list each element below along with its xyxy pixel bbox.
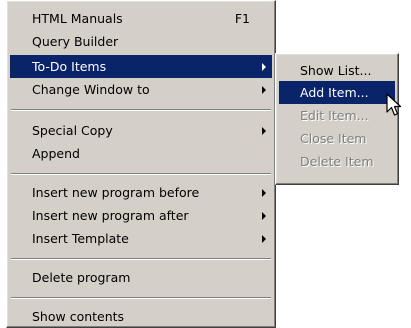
submenu-item-add-item[interactable]: Add Item... (279, 81, 395, 104)
submenu-arrow-icon (262, 189, 266, 197)
menu-separator (11, 109, 271, 111)
submenu-arrow-icon (262, 63, 266, 71)
submenu-item-delete-item: Delete Item (279, 150, 395, 173)
submenu-item-label: Close Item (300, 131, 367, 146)
todo-submenu: Show List... Add Item... Edit Item... Cl… (275, 53, 399, 185)
submenu-item-label: Edit Item... (300, 108, 369, 123)
menu-item-label: Delete program (32, 270, 131, 285)
menu-item-shortcut: F1 (234, 11, 250, 26)
context-menu: HTML Manuals F1 Query Builder To-Do Item… (6, 0, 276, 328)
menu-item-change-window-to[interactable]: Change Window to (10, 78, 272, 101)
menu-item-query-builder[interactable]: Query Builder (10, 30, 272, 53)
submenu-arrow-icon (262, 212, 266, 220)
submenu-item-label: Delete Item (300, 154, 374, 169)
submenu-item-label: Add Item... (300, 85, 369, 100)
menu-item-show-contents[interactable]: Show contents (10, 305, 272, 328)
menu-item-label: Insert new program before (32, 185, 200, 200)
submenu-arrow-icon (262, 127, 266, 135)
submenu-arrow-icon (262, 235, 266, 243)
menu-item-label: Show contents (32, 309, 125, 324)
menu-item-insert-after[interactable]: Insert new program after (10, 204, 272, 227)
menu-item-append[interactable]: Append (10, 142, 272, 165)
menu-item-todo-items[interactable]: To-Do Items (10, 55, 272, 78)
menu-item-insert-template[interactable]: Insert Template (10, 227, 272, 250)
menu-separator (11, 258, 271, 260)
submenu-item-close-item: Close Item (279, 127, 395, 150)
submenu-item-show-list[interactable]: Show List... (279, 59, 395, 82)
menu-item-label: Change Window to (32, 82, 150, 97)
menu-item-label: Special Copy (32, 123, 113, 138)
menu-item-label: Insert new program after (32, 208, 189, 223)
menu-separator (11, 173, 271, 175)
submenu-arrow-icon (262, 86, 266, 94)
menu-item-label: Query Builder (32, 34, 119, 49)
menu-item-delete-program[interactable]: Delete program (10, 266, 272, 289)
submenu-item-label: Show List... (300, 63, 372, 78)
menu-item-label: To-Do Items (32, 59, 107, 74)
mouse-cursor-icon (386, 93, 402, 116)
menu-item-label: Append (32, 146, 80, 161)
submenu-item-edit-item: Edit Item... (279, 104, 395, 127)
menu-separator (11, 297, 271, 299)
menu-item-insert-before[interactable]: Insert new program before (10, 181, 272, 204)
menu-item-label: HTML Manuals (32, 11, 123, 26)
menu-item-label: Insert Template (32, 231, 129, 246)
menu-item-special-copy[interactable]: Special Copy (10, 119, 272, 142)
menu-item-html-manuals[interactable]: HTML Manuals F1 (10, 7, 272, 30)
